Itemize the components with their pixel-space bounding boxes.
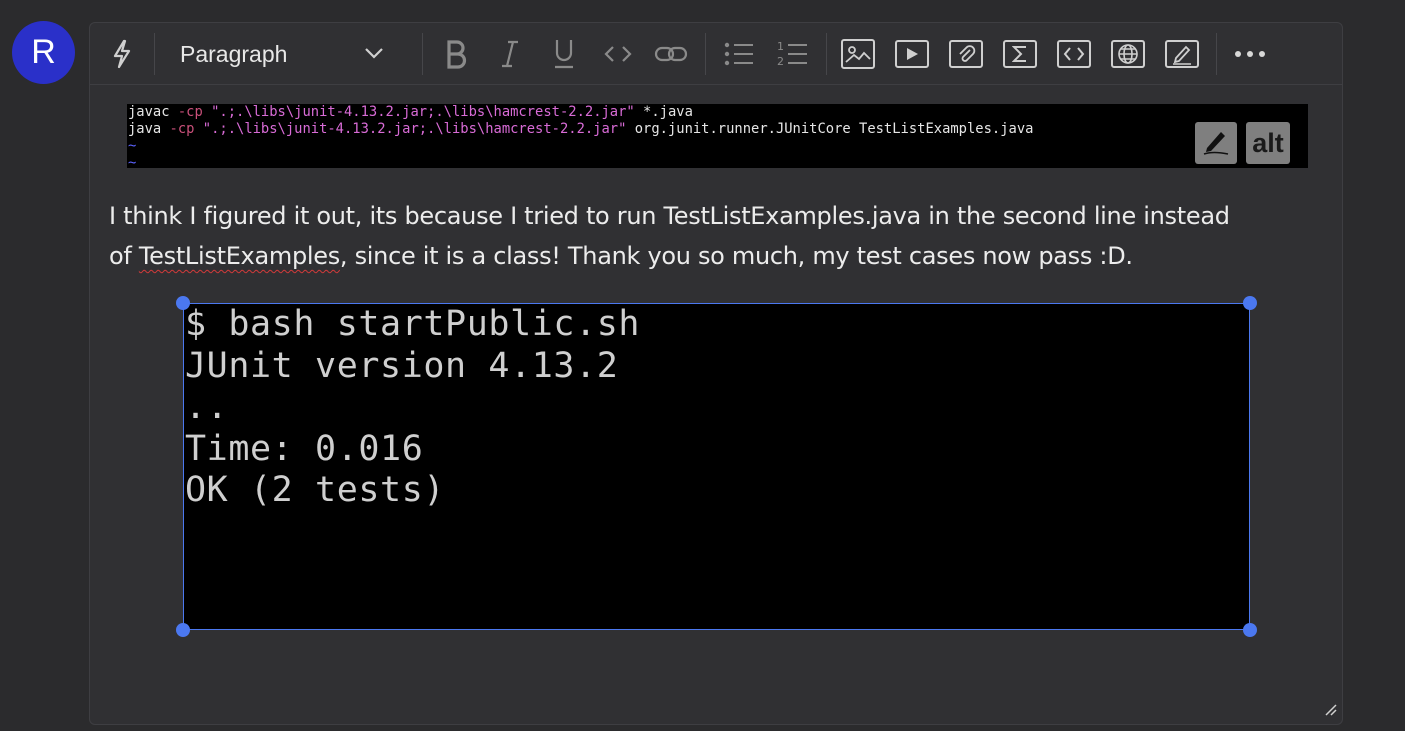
code-line-1: javac -cp ".;.\libs\junit-4.13.2.jar;.\l… — [128, 104, 693, 120]
resize-handle-bottom-right[interactable] — [1243, 623, 1257, 637]
image-icon[interactable] — [840, 36, 876, 72]
resize-handle-top-right[interactable] — [1243, 296, 1257, 310]
alt-text-button[interactable]: alt — [1246, 122, 1290, 164]
terminal-screenshot-image[interactable]: $ bash startPublic.sh JUnit version 4.13… — [183, 303, 1250, 630]
embed-code-icon[interactable] — [1056, 36, 1092, 72]
chevron-down-icon — [364, 45, 384, 64]
alt-text-label: alt — [1252, 127, 1284, 158]
resize-handle-top-left[interactable] — [176, 296, 190, 310]
code-icon[interactable] — [600, 36, 636, 72]
edit-image-button[interactable] — [1195, 122, 1237, 164]
numbered-list-icon[interactable]: 12 — [776, 36, 810, 72]
resize-handle-bottom-left[interactable] — [176, 623, 190, 637]
tilde-line: ~ — [128, 155, 137, 168]
message-editor[interactable]: Paragraph 12 javac -cp ".;.\libs\junit-4… — [89, 22, 1343, 725]
code-screenshot-image[interactable]: javac -cp ".;.\libs\junit-4.13.2.jar;.\l… — [127, 104, 1308, 168]
block-format-label: Paragraph — [180, 40, 288, 67]
code-line-2: java -cp ".;.\libs\junit-4.13.2.jar;.\li… — [128, 121, 1034, 137]
message-text[interactable]: I think I figured it out, its because I … — [109, 196, 1319, 276]
more-icon[interactable] — [1232, 36, 1268, 72]
terminal-line: .. — [185, 387, 229, 427]
bold-icon[interactable] — [440, 36, 472, 72]
lightning-icon[interactable] — [108, 36, 136, 72]
underline-icon[interactable] — [548, 36, 580, 72]
avatar-initial: R — [31, 33, 56, 71]
equation-icon[interactable] — [1002, 36, 1038, 72]
terminal-line: Time: 0.016 — [185, 428, 424, 469]
block-format-select[interactable]: Paragraph — [180, 37, 402, 71]
attachment-icon[interactable] — [948, 36, 984, 72]
editor-toolbar: Paragraph 12 — [90, 23, 1342, 85]
draw-icon[interactable] — [1164, 36, 1200, 72]
terminal-line: OK (2 tests) — [185, 470, 446, 510]
italic-icon[interactable] — [494, 36, 526, 72]
terminal-line: JUnit version 4.13.2 — [185, 345, 619, 386]
avatar[interactable]: R — [12, 21, 75, 84]
editor-resize-grip[interactable] — [1323, 701, 1337, 720]
link-icon[interactable] — [652, 36, 690, 72]
tilde-line: ~ — [128, 138, 137, 154]
message-line-2: of TestListExamples, since it is a class… — [109, 242, 1133, 270]
terminal-line: $ bash startPublic.sh — [185, 304, 641, 344]
video-icon[interactable] — [894, 36, 930, 72]
svg-text:2: 2 — [777, 55, 784, 68]
web-embed-icon[interactable] — [1110, 36, 1146, 72]
bullet-list-icon[interactable] — [722, 36, 756, 72]
misspelled-word[interactable]: TestListExamples — [139, 242, 340, 270]
message-line-1: I think I figured it out, its because I … — [109, 202, 1230, 230]
svg-text:1: 1 — [777, 40, 784, 53]
pencil-icon — [1201, 126, 1231, 160]
